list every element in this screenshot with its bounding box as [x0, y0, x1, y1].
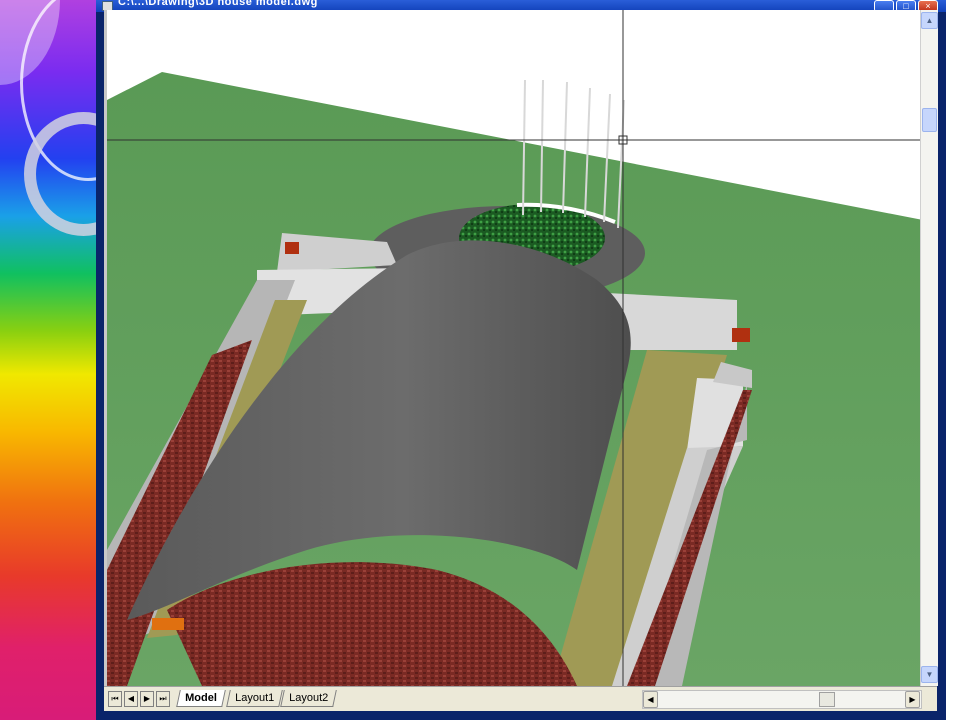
- slide-margin: [946, 0, 960, 720]
- tab-model-label: Model: [185, 692, 217, 704]
- next-tab-button[interactable]: ▶: [140, 691, 154, 707]
- 3d-model-render: [107, 10, 923, 686]
- horizontal-scrollbar[interactable]: ◀ ▶: [642, 690, 922, 709]
- tab-model[interactable]: Model: [176, 690, 226, 707]
- scroll-left-button[interactable]: ◀: [643, 691, 658, 708]
- model-viewport[interactable]: [104, 10, 923, 686]
- vertical-scroll-thumb[interactable]: [922, 108, 937, 132]
- window-title: C:\...\Drawing\3D house model.dwg: [118, 0, 318, 8]
- first-tab-button[interactable]: ⏮: [108, 691, 122, 707]
- prev-tab-button[interactable]: ◀: [124, 691, 138, 707]
- tab-layout1-label: Layout1: [235, 692, 275, 704]
- tab-layout2-label: Layout2: [289, 692, 329, 704]
- layout-tab-bar: ⏮ ◀ ▶ ⏭ Model Layout1 Layout2 ◀ ▶: [104, 686, 937, 711]
- decorative-rainbow-strip: [0, 0, 96, 720]
- last-tab-button[interactable]: ⏭: [156, 691, 170, 707]
- vertical-scrollbar[interactable]: ▲ ▼: [920, 10, 938, 686]
- horizontal-scroll-thumb[interactable]: [819, 692, 835, 707]
- scroll-up-button[interactable]: ▲: [921, 12, 938, 29]
- scroll-down-button[interactable]: ▼: [921, 666, 938, 683]
- tab-layout2[interactable]: Layout2: [280, 690, 337, 707]
- tab-layout1[interactable]: Layout1: [226, 690, 283, 707]
- scroll-right-button[interactable]: ▶: [905, 691, 920, 708]
